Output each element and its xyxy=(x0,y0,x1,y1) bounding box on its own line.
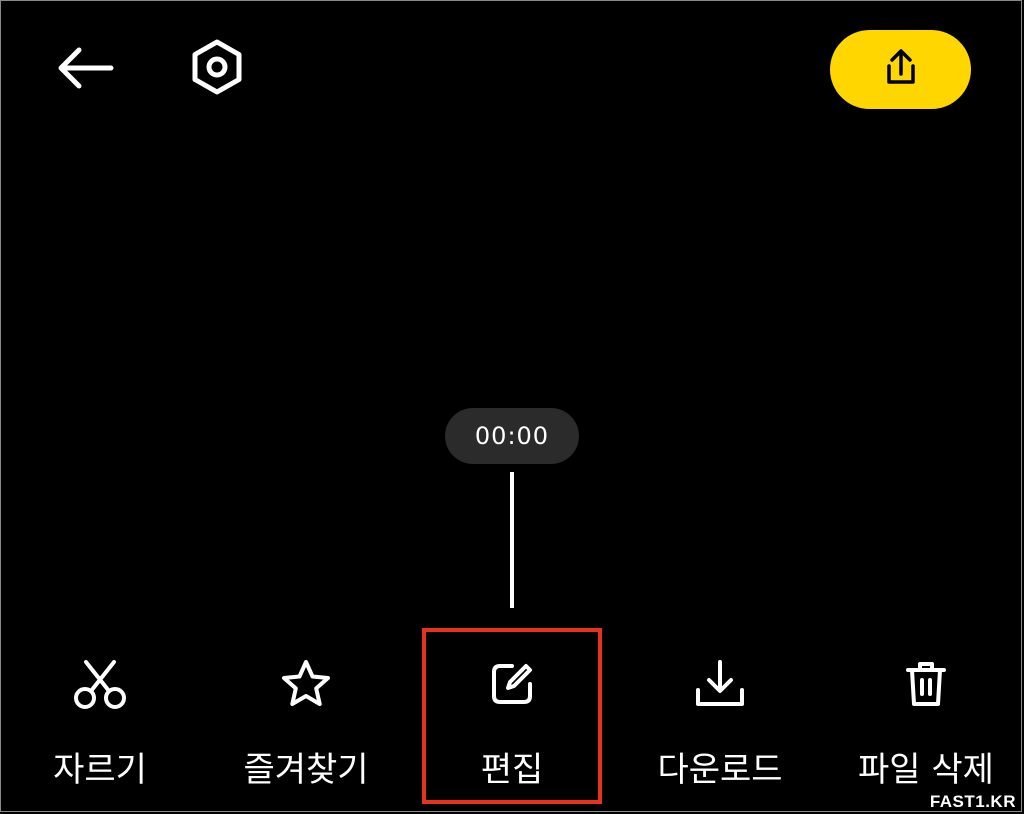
share-button[interactable] xyxy=(830,30,971,109)
edit-button[interactable]: 편집 xyxy=(440,640,584,800)
delete-file-button[interactable]: 파일 삭제 xyxy=(846,640,1006,800)
download-label: 다운로드 xyxy=(657,750,783,790)
arrow-left-icon xyxy=(55,46,115,94)
share-upload-icon xyxy=(881,48,921,92)
cut-button[interactable]: 자르기 xyxy=(30,640,170,800)
download-icon xyxy=(690,654,750,714)
download-button[interactable]: 다운로드 xyxy=(640,640,800,800)
cut-label: 자르기 xyxy=(53,750,147,790)
edit-icon xyxy=(482,654,542,714)
back-button[interactable] xyxy=(52,40,118,100)
bottom-toolbar: 자르기 즐겨찾기 편집 다운로드 파일 삭제 xyxy=(0,640,1024,810)
edit-label: 편집 xyxy=(480,750,544,790)
favorite-label: 즐겨찾기 xyxy=(243,750,369,790)
delete-file-label: 파일 삭제 xyxy=(858,750,994,790)
settings-button[interactable] xyxy=(184,36,250,102)
playhead-line[interactable] xyxy=(510,472,514,608)
favorite-button[interactable]: 즐겨찾기 xyxy=(226,640,386,800)
current-time-badge: 00:00 xyxy=(445,408,579,464)
scissors-icon xyxy=(70,654,130,714)
trash-icon xyxy=(896,654,956,714)
watermark: FAST1.KR xyxy=(929,792,1016,811)
star-icon xyxy=(276,654,336,714)
hexagon-settings-icon xyxy=(188,38,246,100)
